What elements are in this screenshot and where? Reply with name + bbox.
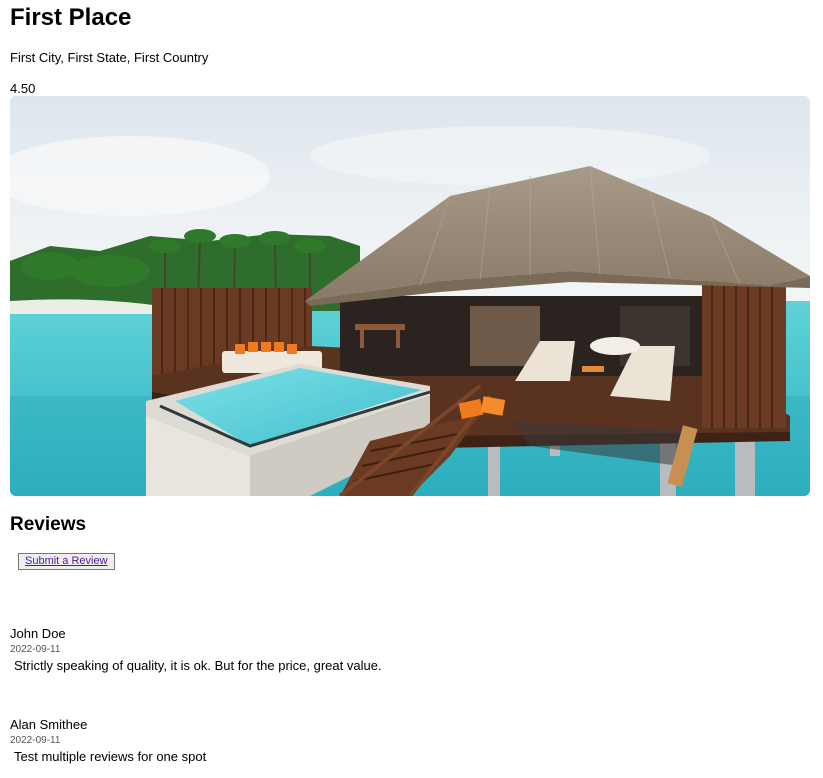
place-rating: 4.50 bbox=[10, 81, 36, 96]
review-author: John Doe bbox=[10, 626, 66, 641]
hero-image bbox=[10, 96, 810, 496]
review-date: 2022-09-11 bbox=[10, 644, 61, 655]
review-item: John Doe 2022-09-11 Strictly speaking of… bbox=[10, 626, 382, 674]
review-item: Alan Smithee 2022-09-11 Test multiple re… bbox=[10, 717, 206, 765]
place-location: First City, First State, First Country bbox=[10, 50, 209, 65]
place-page: First Place First City, First State, Fir… bbox=[0, 0, 823, 778]
review-date: 2022-09-11 bbox=[10, 735, 61, 746]
reviews-heading: Reviews bbox=[10, 514, 87, 535]
review-text: Test multiple reviews for one spot bbox=[14, 749, 207, 764]
page-title: First Place bbox=[10, 4, 132, 31]
review-author: Alan Smithee bbox=[10, 717, 88, 732]
submit-review-button[interactable]: Submit a Review bbox=[18, 553, 115, 570]
review-text: Strictly speaking of quality, it is ok. … bbox=[14, 658, 382, 673]
